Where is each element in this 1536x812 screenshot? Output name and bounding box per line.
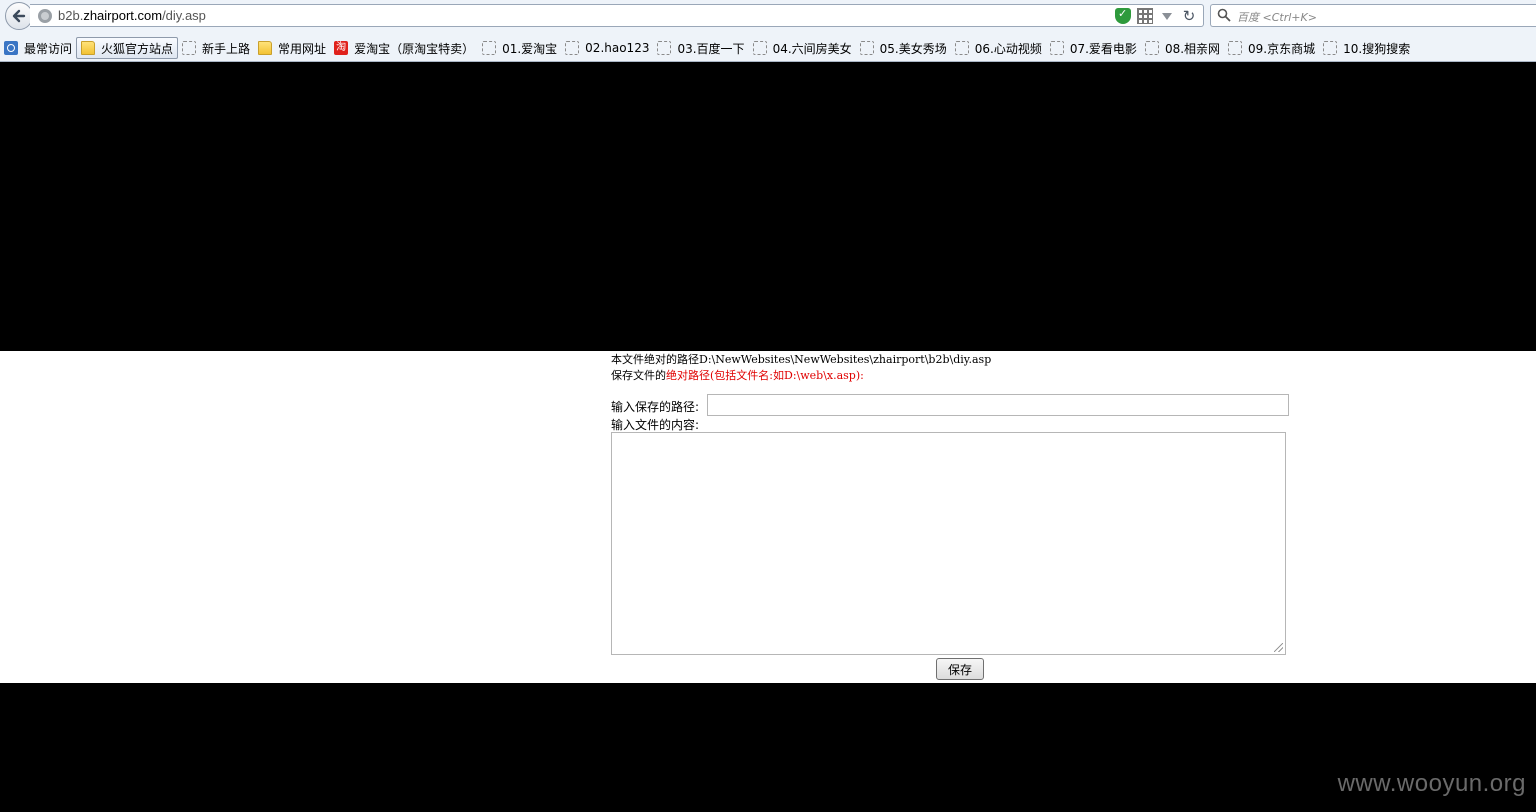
absolute-path-label: 本文件绝对的路径 [611, 353, 699, 366]
bookmark-item[interactable]: 03.百度一下 [653, 37, 748, 59]
page-icon [182, 41, 197, 55]
bookmark-label: 07.爱看电影 [1069, 41, 1137, 56]
bookmark-item[interactable]: 08.相亲网 [1141, 37, 1224, 59]
bookmark-item[interactable]: 火狐官方站点 [76, 37, 179, 59]
url-subdomain: b2b. [58, 8, 84, 23]
bookmark-label: 02.hao123 [585, 41, 650, 55]
bookmark-label: 爱淘宝（原淘宝特卖） [354, 41, 475, 56]
url-domain: zhairport.com [83, 8, 163, 23]
page-content: 本文件绝对的路径D:\NewWebsites\NewWebsites\zhair… [0, 351, 1536, 683]
bookmark-label: 05.美女秀场 [879, 41, 947, 56]
bookmark-item[interactable]: 淘爱淘宝（原淘宝特卖） [330, 37, 478, 59]
path-input-label: 输入保存的路径: [611, 400, 700, 414]
address-bar[interactable]: b2b.zhairport.com/diy.asp ↻ [30, 4, 1204, 27]
absolute-path-line: 本文件绝对的路径D:\NewWebsites\NewWebsites\zhair… [611, 351, 991, 367]
browser-chrome: b2b.zhairport.com/diy.asp ↻ 百度 <Ctrl+K> … [0, 0, 1536, 62]
bookmark-label: 火狐官方站点 [101, 41, 174, 56]
save-hint-red: 绝对路径(包括文件名:如D:\web\x.asp): [666, 369, 864, 382]
search-placeholder: 百度 <Ctrl+K> [1237, 11, 1317, 24]
bookmark-item[interactable]: 09.京东商城 [1224, 37, 1319, 59]
page-icon [1049, 41, 1064, 55]
bookmark-label: 常用网址 [278, 41, 327, 56]
back-arrow-icon [12, 9, 26, 23]
bookmark-label: 03.百度一下 [677, 41, 745, 56]
bookmark-item[interactable]: 06.心动视频 [951, 37, 1046, 59]
bookmark-item[interactable]: 新手上路 [178, 37, 254, 59]
shield-icon[interactable] [1115, 7, 1131, 24]
bookmark-item[interactable]: 02.hao123 [561, 37, 653, 59]
bookmark-label: 新手上路 [202, 41, 251, 56]
bookmark-label: 09.京东商城 [1248, 41, 1316, 56]
content-input-label: 输入文件的内容: [611, 418, 700, 432]
page-icon [954, 41, 969, 55]
reload-icon[interactable]: ↻ [1181, 8, 1197, 24]
page-icon [657, 41, 672, 55]
url-text: b2b.zhairport.com/diy.asp [58, 8, 206, 23]
bookmark-item[interactable]: 最常访问 [0, 37, 76, 59]
bookmark-label: 10.搜狗搜索 [1343, 41, 1411, 56]
bookmark-label: 08.相亲网 [1164, 41, 1221, 56]
page-icon [565, 41, 580, 55]
url-path: /diy.asp [162, 8, 206, 23]
bookmark-label: 最常访问 [24, 41, 73, 56]
bookmarks-toolbar: 最常访问 火狐官方站点 新手上路 常用网址淘爱淘宝（原淘宝特卖） 01.爱淘宝 02.ha… [0, 36, 1536, 60]
absolute-path-value: D:\NewWebsites\NewWebsites\zhairport\b2b… [699, 353, 992, 366]
folder-icon [258, 41, 273, 55]
taobao-icon: 淘 [334, 41, 349, 55]
bookmark-item[interactable]: 07.爱看电影 [1046, 37, 1141, 59]
folder-icon [81, 41, 96, 55]
search-icon [1217, 8, 1231, 22]
bookmark-item[interactable]: 05.美女秀场 [856, 37, 951, 59]
save-hint-prefix: 保存文件的 [611, 369, 666, 382]
bookmark-label: 04.六间房美女 [772, 41, 852, 56]
page-icon [752, 41, 767, 55]
qr-code-icon[interactable] [1137, 8, 1153, 24]
bookmark-item[interactable]: 常用网址 [254, 37, 330, 59]
back-button[interactable] [5, 2, 33, 30]
url-bar-icons: ↻ [1115, 7, 1197, 24]
bookmark-label: 01.爱淘宝 [502, 41, 558, 56]
save-path-hint: 保存文件的绝对路径(包括文件名:如D:\web\x.asp): [611, 367, 864, 383]
navigation-bar: b2b.zhairport.com/diy.asp ↻ 百度 <Ctrl+K> [0, 0, 1536, 32]
history-dropdown-icon[interactable] [1162, 12, 1172, 20]
bookmark-item[interactable]: 10.搜狗搜索 [1319, 37, 1414, 59]
save-path-input[interactable] [707, 394, 1289, 416]
watermark: www.wooyun.org [1337, 770, 1526, 797]
page-icon [482, 41, 497, 55]
resize-handle-icon[interactable] [1274, 643, 1283, 652]
bookmark-item[interactable]: 01.爱淘宝 [478, 37, 561, 59]
page-icon [859, 41, 874, 55]
file-content-textarea[interactable] [611, 432, 1286, 655]
globe-icon [38, 9, 52, 23]
bookmark-label: 06.心动视频 [974, 41, 1042, 56]
page-icon [1144, 41, 1159, 55]
history-icon [4, 41, 18, 55]
page-icon [1323, 41, 1338, 55]
page-icon [1228, 41, 1243, 55]
bookmark-item[interactable]: 04.六间房美女 [749, 37, 856, 59]
save-button[interactable]: 保存 [936, 658, 984, 680]
search-bar[interactable]: 百度 <Ctrl+K> [1210, 4, 1536, 27]
